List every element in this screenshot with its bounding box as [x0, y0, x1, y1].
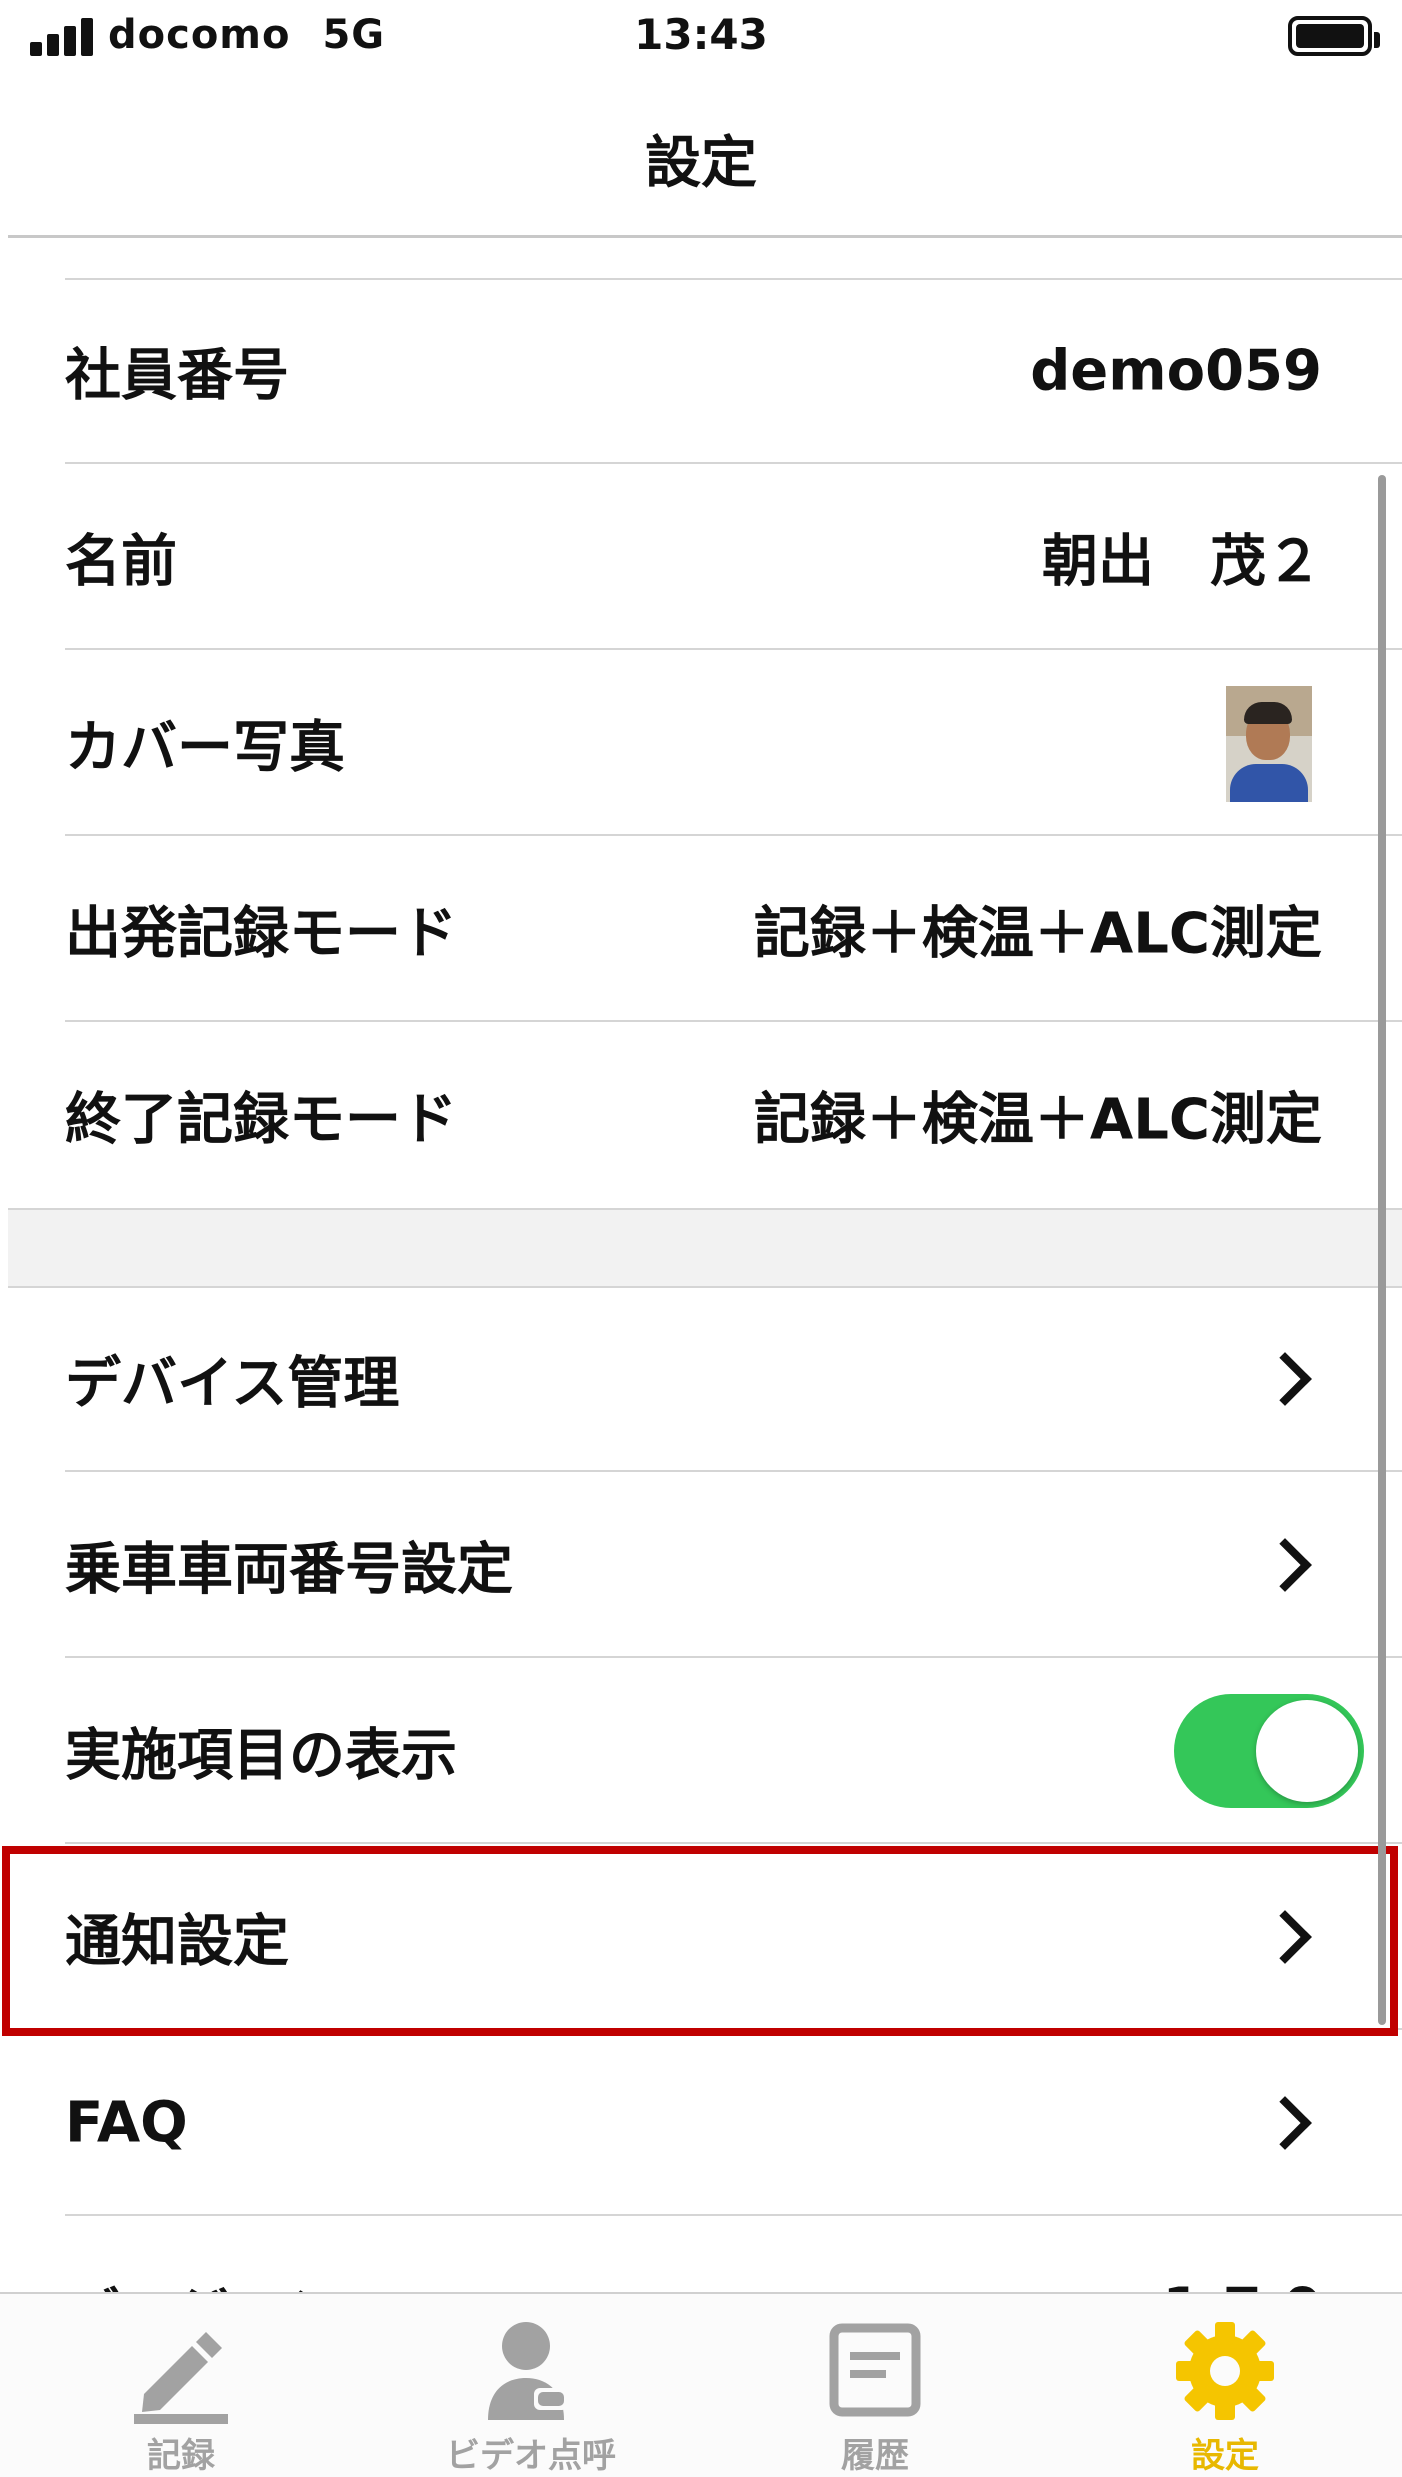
row-label: デバイス管理 [65, 1351, 400, 1417]
row-device-management[interactable]: デバイス管理 [0, 1286, 1402, 1472]
row-name: 名前 朝出 茂２ [0, 464, 1402, 650]
row-employee-id: 社員番号 demo059 [0, 278, 1402, 464]
battery-icon [1288, 16, 1380, 56]
row-departure-mode[interactable]: 出発記録モード 記録＋検温＋ALC測定 [0, 836, 1402, 1022]
row-label: 出発記録モード [65, 901, 457, 967]
row-label: 社員番号 [65, 343, 289, 409]
gear-icon [1176, 2322, 1274, 2420]
chevron-right-icon [1258, 1352, 1312, 1406]
tab-bar: 記録 ビデオ点呼 履歴 設定 [0, 2292, 1402, 2477]
row-show-items: 実施項目の表示 [0, 1658, 1402, 1844]
highlight-box [2, 1846, 1398, 2036]
document-icon [829, 2323, 921, 2417]
cover-photo-thumbnail[interactable] [1226, 686, 1312, 802]
tab-record[interactable]: 記録 [6, 2294, 356, 2477]
tab-label: 設定 [1191, 2436, 1259, 2476]
row-label: 実施項目の表示 [65, 1723, 457, 1789]
section-separator [8, 1208, 1402, 1288]
end-mode-value: 記録＋検温＋ALC測定 [753, 1087, 1322, 1153]
page-title: 設定 [645, 131, 757, 196]
row-cover-photo[interactable]: カバー写真 [0, 650, 1402, 836]
row-label: 名前 [65, 529, 177, 595]
row-end-mode[interactable]: 終了記録モード 記録＋検温＋ALC測定 [0, 1022, 1402, 1208]
tab-history[interactable]: 履歴 [700, 2294, 1050, 2477]
header-divider [8, 235, 1402, 238]
row-label: FAQ [65, 2090, 188, 2156]
employee-id-value: demo059 [1030, 338, 1322, 404]
row-label: 終了記録モード [65, 1087, 457, 1153]
tab-settings[interactable]: 設定 [1050, 2294, 1400, 2477]
chevron-right-icon [1258, 2096, 1312, 2150]
row-label: カバー写真 [65, 715, 345, 781]
status-bar: docomo 5G 13:43 [0, 0, 1402, 80]
nav-header: 設定 [0, 80, 1402, 240]
name-value: 朝出 茂２ [1042, 529, 1322, 595]
chevron-right-icon [1258, 1538, 1312, 1592]
pencil-icon [134, 2332, 228, 2424]
status-time: 13:43 [634, 10, 768, 59]
tab-video-rollcall[interactable]: ビデオ点呼 [356, 2294, 706, 2477]
show-items-toggle[interactable] [1174, 1694, 1364, 1808]
row-label: 乗車車両番号設定 [65, 1537, 513, 1603]
tab-label: 記録 [147, 2436, 215, 2476]
person-phone-icon [488, 2322, 568, 2420]
scrollbar[interactable] [1378, 475, 1386, 2025]
row-vehicle-number[interactable]: 乗車車両番号設定 [0, 1472, 1402, 1658]
departure-mode-value: 記録＋検温＋ALC測定 [753, 901, 1322, 967]
row-faq[interactable]: FAQ [0, 2030, 1402, 2216]
tab-label: 履歴 [841, 2436, 909, 2476]
tab-label: ビデオ点呼 [446, 2436, 616, 2476]
